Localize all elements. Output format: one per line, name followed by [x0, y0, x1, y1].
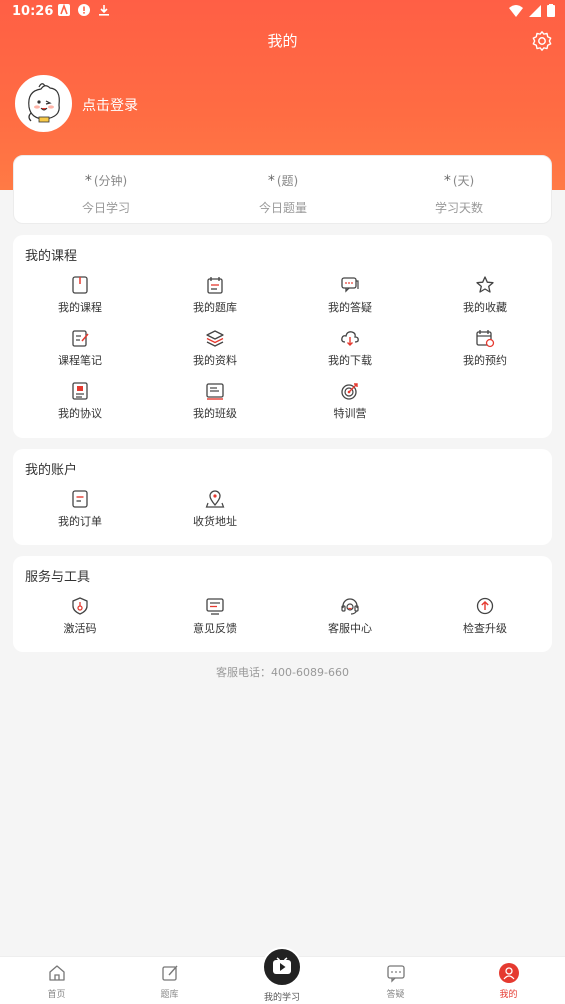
feedback-icon: [206, 598, 224, 615]
section-title-services: 服务与工具: [25, 570, 91, 585]
tab-question-bank[interactable]: 题库: [113, 963, 226, 1000]
grid-item-feedback[interactable]: 意见反馈: [148, 596, 282, 636]
grid-item-label: 我的答疑: [328, 301, 372, 314]
tab-label: 首页: [47, 990, 66, 1000]
grid-item-my-qa[interactable]: 我的答疑: [283, 275, 417, 315]
home-icon: [48, 965, 65, 981]
message-icon: [386, 965, 405, 983]
stats-card: * (分钟) 今日学习 * (题) 今日题量 * (天) 学习天数: [13, 155, 552, 224]
stat-unit: (题): [276, 174, 299, 188]
section-title-my-account: 我的账户: [25, 463, 78, 478]
grid-item-course-notes[interactable]: 课程笔记: [13, 328, 147, 368]
login-link[interactable]: 点击登录: [82, 95, 138, 115]
chat-bubble-icon: [341, 277, 359, 293]
grid-item-label: 特训营: [333, 407, 367, 420]
stat-label: 今日学习: [81, 201, 130, 215]
status-time: 10:26: [12, 4, 54, 19]
grid-item-label: 我的订单: [58, 515, 102, 528]
grid-item-my-appointments[interactable]: 我的预约: [418, 328, 552, 368]
user-icon: [498, 963, 519, 983]
edit-icon: [161, 965, 178, 981]
my-courses-card: 我的课程 我的课程 我的题库 我的答疑 我的收藏 课程笔记 我的资料 我的下载 …: [13, 235, 552, 438]
settings-gear-icon[interactable]: [531, 30, 553, 52]
grid-item-activation-code[interactable]: 激活码: [13, 596, 147, 636]
grid-item-my-courses[interactable]: 我的课程: [13, 275, 147, 315]
alert-icon: [78, 4, 90, 16]
stat-unit: (分钟): [93, 174, 128, 188]
stat-today-study: * (分钟) 今日学习: [31, 172, 181, 216]
grid-item-check-update[interactable]: 检查升级: [418, 596, 552, 636]
stat-today-questions: * (题) 今日题量: [208, 172, 358, 216]
stat-label: 学习天数: [434, 201, 483, 215]
page-title: 我的: [267, 32, 298, 50]
services-card: 服务与工具 激活码 意见反馈 客服中心 检查升级: [13, 556, 552, 652]
stat-value: *: [267, 173, 275, 189]
tab-mine[interactable]: 我的: [452, 963, 565, 1000]
tab-qa[interactable]: 答疑: [339, 963, 452, 1000]
tab-label: 答疑: [386, 990, 405, 1000]
section-title-my-courses: 我的课程: [25, 249, 78, 264]
notification-a-icon: [58, 4, 70, 16]
stat-label: 今日题量: [258, 201, 307, 215]
upgrade-icon: [476, 597, 494, 615]
grid-item-label: 激活码: [63, 622, 97, 635]
layers-icon: [206, 330, 224, 347]
grid-item-label: 我的题库: [193, 301, 237, 314]
contract-icon: [72, 382, 88, 400]
grid-item-customer-service[interactable]: 客服中心: [283, 596, 417, 636]
grid-item-label: 意见反馈: [193, 622, 237, 635]
grid-item-my-agreements[interactable]: 我的协议: [13, 381, 147, 421]
headset-icon: [341, 598, 359, 615]
class-list-icon: [206, 383, 224, 400]
grid-item-label: 我的收藏: [463, 301, 507, 314]
grid-item-label: 收货地址: [193, 515, 237, 528]
shield-key-icon: [72, 597, 88, 615]
grid-item-training-camp[interactable]: 特训营: [283, 381, 417, 421]
grid-item-label: 检查升级: [463, 622, 507, 635]
download-icon: [99, 5, 109, 16]
stat-unit: (天): [452, 174, 475, 188]
grid-item-my-downloads[interactable]: 我的下载: [283, 328, 417, 368]
wifi-icon: [509, 4, 523, 17]
grid-item-label: 我的下载: [328, 354, 372, 367]
stat-study-days: * (天) 学习天数: [384, 172, 534, 216]
grid-item-my-materials[interactable]: 我的资料: [148, 328, 282, 368]
book-icon: [72, 276, 88, 294]
customer-service-hotline: 客服电话：400-6089-660: [216, 666, 349, 679]
note-edit-icon: [72, 330, 89, 347]
cloud-download-icon: [341, 331, 359, 346]
grid-item-label: 我的班级: [193, 407, 237, 420]
tab-home[interactable]: 首页: [0, 963, 113, 1000]
tab-label: 我的: [499, 990, 518, 1000]
order-icon: [72, 490, 88, 508]
stat-value: *: [443, 173, 451, 189]
grid-item-shipping-address[interactable]: 收货地址: [148, 489, 282, 529]
play-icon: [273, 957, 291, 974]
grid-item-label: 我的预约: [463, 354, 507, 367]
grid-item-my-orders[interactable]: 我的订单: [13, 489, 147, 529]
tab-my-learning-label: 我的学习: [263, 993, 300, 1003]
status-bar: 10:26: [0, 0, 565, 26]
signal-icon: [529, 4, 541, 17]
tab-my-learning[interactable]: [262, 947, 302, 987]
battery-icon: [547, 4, 555, 17]
star-icon: [476, 276, 494, 293]
grid-item-label: 课程笔记: [58, 354, 102, 367]
avatar[interactable]: [15, 75, 72, 132]
grid-item-label: 我的课程: [58, 301, 102, 314]
grid-item-label: 我的协议: [58, 407, 102, 420]
calendar-list-icon: [207, 277, 223, 294]
grid-item-label: 客服中心: [328, 622, 372, 635]
tab-label: 题库: [160, 990, 179, 1000]
mascot-avatar-icon: [17, 77, 70, 130]
grid-item-label: 我的资料: [193, 354, 237, 367]
grid-item-my-class[interactable]: 我的班级: [148, 381, 282, 421]
my-account-card: 我的账户 我的订单 收货地址: [13, 449, 552, 545]
calendar-clock-icon: [476, 330, 495, 348]
grid-item-my-favorites[interactable]: 我的收藏: [418, 275, 552, 315]
stat-value: *: [84, 173, 92, 189]
location-icon: [205, 490, 225, 508]
grid-item-my-question-bank[interactable]: 我的题库: [148, 275, 282, 315]
target-icon: [341, 383, 358, 400]
